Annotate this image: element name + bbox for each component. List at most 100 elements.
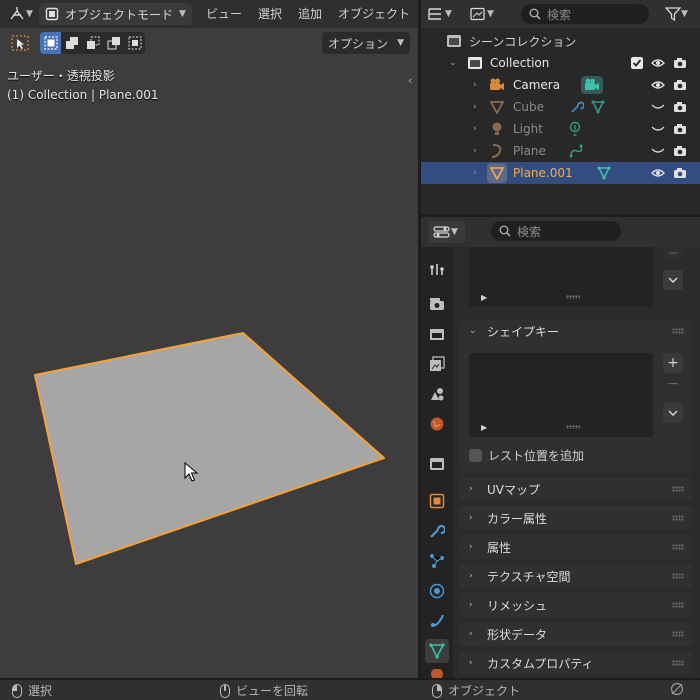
- rest-position-checkbox[interactable]: [469, 449, 482, 462]
- drag-grip-icon[interactable]: [672, 328, 684, 334]
- plane-001-visibility-toggle[interactable]: [651, 166, 665, 180]
- camera-data-icon[interactable]: [581, 76, 603, 94]
- tab-data[interactable]: [425, 639, 449, 663]
- drag-grip-icon[interactable]: [672, 631, 684, 637]
- geometry-data-panel[interactable]: › 形状データ: [459, 622, 692, 646]
- plane-001-label: Plane.001: [513, 166, 573, 180]
- cube-render-toggle[interactable]: [673, 100, 687, 114]
- mode-intersect-button[interactable]: [124, 32, 145, 54]
- drag-grip-icon[interactable]: [672, 544, 684, 550]
- remove-shape-key-button[interactable]: −: [663, 374, 683, 394]
- collection-exclude-checkbox[interactable]: [630, 56, 644, 70]
- mode-invert-button[interactable]: [103, 32, 124, 54]
- resize-grip-icon[interactable]: [566, 295, 580, 299]
- uv-maps-panel[interactable]: › UVマップ: [459, 477, 692, 501]
- resize-grip-icon[interactable]: [566, 425, 580, 429]
- outliner-row-light[interactable]: › Light: [421, 118, 700, 140]
- mode-new-button[interactable]: [40, 32, 61, 54]
- camera-render-toggle[interactable]: [673, 78, 687, 92]
- light-data-icon[interactable]: [566, 120, 584, 138]
- plane-visibility-toggle[interactable]: [651, 144, 665, 158]
- vertex-group-specials-button[interactable]: [663, 270, 683, 290]
- mode-extend-button[interactable]: [61, 32, 82, 54]
- mesh-data-icon[interactable]: [589, 98, 607, 116]
- menu-object[interactable]: オブジェクト: [330, 3, 418, 25]
- collapse-chevron-icon[interactable]: ⌄: [449, 58, 457, 68]
- menu-view[interactable]: ビュー: [198, 3, 250, 25]
- tab-scene[interactable]: [425, 382, 449, 406]
- outliner-row-collection[interactable]: ⌄ Collection: [421, 52, 700, 74]
- drag-grip-icon[interactable]: [672, 486, 684, 492]
- mode-dropdown[interactable]: オブジェクトモード ▼: [39, 3, 192, 25]
- collection-render-toggle[interactable]: [673, 56, 687, 70]
- tab-view-layer[interactable]: [425, 352, 449, 376]
- drag-grip-icon[interactable]: [672, 573, 684, 579]
- tab-object[interactable]: [425, 489, 449, 513]
- mouse-middle-icon: [220, 683, 230, 698]
- mesh-data-icon[interactable]: [595, 164, 613, 182]
- remove-vertex-group-button[interactable]: −: [663, 246, 683, 260]
- properties-search-placeholder: 検索: [517, 224, 542, 239]
- properties-editor-type-button[interactable]: ▼: [429, 221, 465, 243]
- curve-data-icon[interactable]: [568, 142, 586, 160]
- shape-keys-header[interactable]: ⌄ シェイプキー: [459, 319, 692, 343]
- outliner-row-plane[interactable]: › Plane: [421, 140, 700, 162]
- color-attributes-panel[interactable]: › カラー属性: [459, 506, 692, 530]
- tab-tool[interactable]: [425, 257, 449, 281]
- tab-material[interactable]: [425, 669, 449, 678]
- rest-position-option[interactable]: レスト位置を追加: [469, 447, 584, 464]
- light-visibility-toggle[interactable]: [651, 122, 665, 136]
- wrench-modifier-icon[interactable]: [568, 98, 586, 116]
- drag-grip-icon[interactable]: [672, 515, 684, 521]
- add-shape-key-button[interactable]: +: [663, 353, 683, 373]
- tab-particles[interactable]: [425, 549, 449, 573]
- outliner-row-scene-collection[interactable]: シーンコレクション: [421, 30, 700, 52]
- plane-render-toggle[interactable]: [673, 144, 687, 158]
- drag-grip-icon[interactable]: [672, 602, 684, 608]
- outliner-row-plane-001[interactable]: › Plane.001: [421, 162, 700, 184]
- tab-physics[interactable]: [425, 579, 449, 603]
- 3d-viewport[interactable]: ▼ オブジェクトモード ▼ ビュー 選択 追加 オブジェクト オプション ▼ ユ…: [0, 0, 418, 678]
- tab-collection[interactable]: [425, 452, 449, 476]
- shape-key-list[interactable]: ▶: [469, 353, 653, 437]
- select-tool-button[interactable]: [8, 32, 32, 54]
- vertex-group-list[interactable]: ▶: [469, 247, 653, 307]
- outliner-row-cube[interactable]: › Cube: [421, 96, 700, 118]
- collection-visibility-toggle[interactable]: [651, 56, 665, 70]
- outliner-search-input[interactable]: 検索: [521, 4, 649, 24]
- texture-space-panel[interactable]: › テクスチャ空間: [459, 564, 692, 588]
- cube-visibility-toggle[interactable]: [651, 100, 665, 114]
- mode-subtract-button[interactable]: [82, 32, 103, 54]
- tab-render[interactable]: [425, 292, 449, 316]
- expand-chevron-icon[interactable]: ›: [473, 146, 477, 156]
- outliner-editor-type-button[interactable]: ▼: [427, 3, 465, 25]
- options-dropdown[interactable]: オプション ▼: [322, 32, 410, 54]
- filter-button[interactable]: ▼: [665, 3, 699, 25]
- remesh-panel[interactable]: › リメッシュ: [459, 593, 692, 617]
- editor-type-button[interactable]: ▼: [4, 3, 35, 25]
- menu-select[interactable]: 選択: [250, 3, 290, 25]
- custom-properties-panel[interactable]: › カスタムプロパティ: [459, 651, 692, 675]
- properties-search-input[interactable]: 検索: [491, 221, 621, 241]
- play-expand-icon[interactable]: ▶: [481, 423, 487, 432]
- sidebar-toggle-icon[interactable]: ‹: [408, 74, 412, 87]
- display-mode-button[interactable]: ▼: [469, 3, 505, 25]
- light-render-toggle[interactable]: [673, 122, 687, 136]
- expand-chevron-icon[interactable]: ›: [473, 124, 477, 134]
- outliner-row-camera[interactable]: › Camera: [421, 74, 700, 96]
- drag-grip-icon[interactable]: [672, 660, 684, 666]
- attributes-panel[interactable]: › 属性: [459, 535, 692, 559]
- tab-output[interactable]: [425, 322, 449, 346]
- network-status-icon[interactable]: [670, 682, 684, 696]
- plane-001-render-toggle[interactable]: [673, 166, 687, 180]
- expand-chevron-icon[interactable]: ›: [473, 80, 477, 90]
- shape-key-specials-button[interactable]: [663, 403, 683, 423]
- tab-world[interactable]: [425, 412, 449, 436]
- expand-chevron-icon[interactable]: ›: [473, 168, 477, 178]
- tab-constraints[interactable]: [425, 609, 449, 633]
- menu-add[interactable]: 追加: [290, 3, 330, 25]
- expand-chevron-icon[interactable]: ›: [473, 102, 477, 112]
- play-expand-icon[interactable]: ▶: [481, 293, 487, 302]
- tab-modifiers[interactable]: [425, 519, 449, 543]
- camera-visibility-toggle[interactable]: [651, 78, 665, 92]
